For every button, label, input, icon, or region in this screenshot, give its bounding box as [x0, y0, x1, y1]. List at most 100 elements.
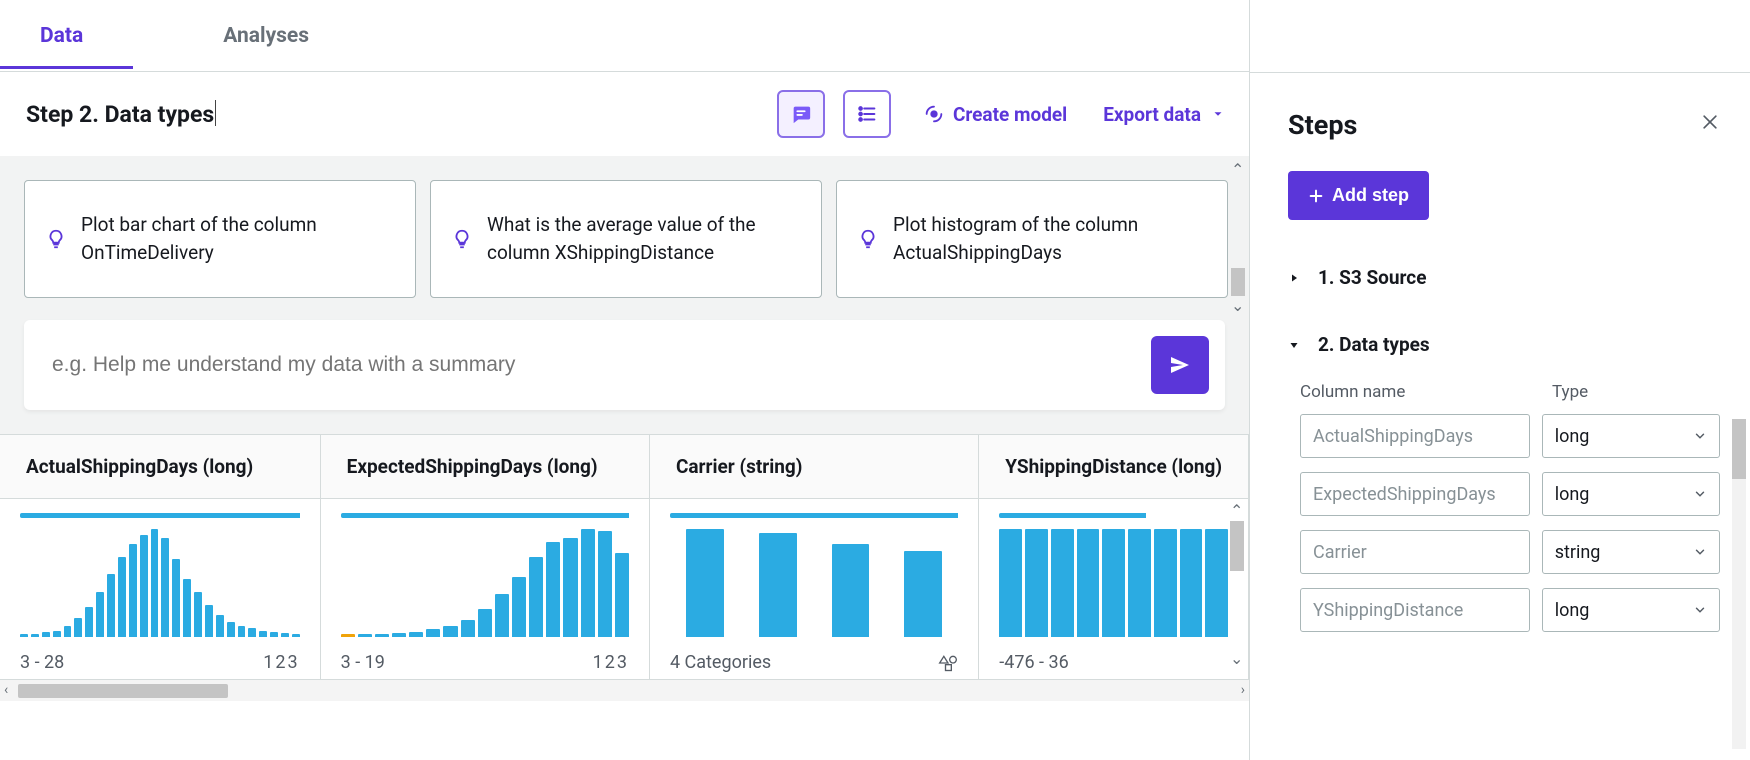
scroll-down-icon[interactable]: ⌄	[1230, 649, 1242, 668]
step-row-2[interactable]: 2. Data types	[1288, 323, 1720, 366]
chart-bar	[1180, 529, 1203, 637]
chart-bar	[999, 529, 1022, 637]
chart-bar	[96, 592, 104, 637]
column-body: -476 - 36	[979, 499, 1248, 679]
chat-input[interactable]	[52, 353, 1151, 377]
chart-bar	[1077, 529, 1100, 637]
suggestion-card-1[interactable]: What is the average value of the column …	[430, 180, 822, 298]
scrollbar-thumb[interactable]	[18, 684, 228, 698]
scroll-down-icon[interactable]: ⌄	[1231, 296, 1243, 315]
column-footer: 4 Categories	[670, 652, 958, 673]
add-step-button[interactable]: Add step	[1288, 171, 1429, 220]
type-select[interactable]: string	[1542, 530, 1720, 574]
type-select[interactable]: long	[1542, 588, 1720, 632]
suggestion-row: Plot bar chart of the column OnTimeDeliv…	[24, 180, 1225, 298]
scroll-up-icon[interactable]: ⌃	[1230, 501, 1242, 520]
column-card-0: ActualShippingDays (long) 3 - 28 123	[0, 435, 321, 679]
list-view-button[interactable]	[843, 90, 891, 138]
export-data-button[interactable]: Export data	[1103, 103, 1225, 126]
caret-down-icon	[1288, 333, 1304, 356]
chart-bar	[248, 628, 256, 637]
toolbar: Step 2. Data types Create model	[0, 72, 1249, 156]
chat-area: Plot bar chart of the column OnTimeDeliv…	[0, 156, 1249, 434]
step-title-text: Step 2. Data types	[26, 101, 214, 128]
progress-bar	[999, 513, 1145, 518]
send-button[interactable]	[1151, 336, 1209, 394]
type-select[interactable]: long	[1542, 414, 1720, 458]
column-name-input[interactable]: ExpectedShippingDays	[1300, 472, 1530, 516]
scrollbar-thumb[interactable]	[1732, 419, 1746, 479]
column-body: 3 - 28 123	[0, 499, 320, 679]
send-icon	[1168, 353, 1192, 377]
column-header[interactable]: ActualShippingDays (long)	[0, 435, 320, 499]
caret-down-icon	[1211, 107, 1225, 121]
create-model-label: Create model	[953, 103, 1067, 126]
column-preview-row: ActualShippingDays (long) 3 - 28 123 Exp…	[0, 434, 1249, 679]
step-label: 1. S3 Source	[1318, 266, 1426, 289]
histogram-chart	[999, 529, 1228, 637]
column-scrollbar[interactable]	[1230, 521, 1244, 571]
chart-bar	[259, 631, 267, 637]
chart-bar	[85, 607, 93, 637]
suggestion-text: What is the average value of the column …	[487, 211, 799, 266]
chart-bar	[151, 529, 159, 637]
close-panel-button[interactable]	[1700, 112, 1720, 138]
suggestion-scrollbar[interactable]	[1231, 268, 1245, 296]
chat-toggle-button[interactable]	[777, 90, 825, 138]
chart-bar	[341, 634, 355, 637]
chart-bar	[563, 538, 577, 637]
tab-data[interactable]: Data	[40, 4, 83, 68]
chart-bar	[20, 634, 28, 637]
column-header[interactable]: YShippingDistance (long)	[979, 435, 1248, 499]
column-name-input[interactable]: Carrier	[1300, 530, 1530, 574]
chart-bar	[107, 574, 115, 637]
top-nav: Data Analyses	[0, 0, 1249, 72]
range-label: 4 Categories	[670, 652, 771, 673]
model-icon	[923, 103, 945, 125]
step-row-1[interactable]: 1. S3 Source	[1288, 256, 1720, 299]
chart-bar	[375, 634, 389, 637]
chart-bar	[832, 544, 870, 637]
step-title: Step 2. Data types	[26, 100, 759, 128]
scroll-right-icon[interactable]: ›	[1241, 682, 1245, 698]
progress-bar	[20, 513, 300, 518]
column-name-input[interactable]: YShippingDistance	[1300, 588, 1530, 632]
type-select[interactable]: long	[1542, 472, 1720, 516]
chart-bar	[205, 605, 213, 637]
chart-bar	[392, 633, 406, 637]
horizontal-scrollbar[interactable]: ‹ ›	[0, 679, 1249, 701]
category-shapes-icon	[938, 652, 958, 673]
chart-bar	[74, 618, 82, 637]
column-body: 3 - 19 123	[321, 499, 649, 679]
chart-bar	[686, 529, 724, 637]
column-footer: -476 - 36	[999, 652, 1228, 673]
histogram-chart	[20, 529, 300, 637]
chart-bar	[409, 632, 423, 637]
suggestion-card-2[interactable]: Plot histogram of the column ActualShipp…	[836, 180, 1228, 298]
types-row: YShippingDistance long	[1300, 588, 1720, 632]
chart-bar	[1025, 529, 1048, 637]
panel-scrollbar[interactable]	[1732, 419, 1746, 749]
chart-bar	[64, 626, 72, 637]
range-right: 123	[263, 652, 299, 673]
create-model-button[interactable]: Create model	[923, 103, 1067, 126]
column-header[interactable]: Carrier (string)	[650, 435, 978, 499]
chart-bar	[216, 615, 224, 637]
types-header-type: Type	[1552, 382, 1588, 402]
scroll-up-icon[interactable]: ⌃	[1231, 160, 1243, 179]
progress-bar	[670, 513, 958, 518]
column-name-input[interactable]: ActualShippingDays	[1300, 414, 1530, 458]
suggestion-text: Plot histogram of the column ActualShipp…	[893, 211, 1205, 266]
chat-input-wrap	[24, 320, 1225, 410]
scroll-left-icon[interactable]: ‹	[4, 682, 8, 698]
types-header-col: Column name	[1300, 382, 1552, 402]
chart-bar	[292, 634, 300, 637]
column-header[interactable]: ExpectedShippingDays (long)	[321, 435, 649, 499]
chart-bar	[358, 634, 372, 637]
tab-analyses[interactable]: Analyses	[223, 4, 309, 68]
chart-bar	[1128, 529, 1151, 637]
range-label: 3 - 28	[20, 652, 64, 673]
suggestion-card-0[interactable]: Plot bar chart of the column OnTimeDeliv…	[24, 180, 416, 298]
steps-panel-title: Steps	[1288, 109, 1357, 141]
types-row: Carrier string	[1300, 530, 1720, 574]
